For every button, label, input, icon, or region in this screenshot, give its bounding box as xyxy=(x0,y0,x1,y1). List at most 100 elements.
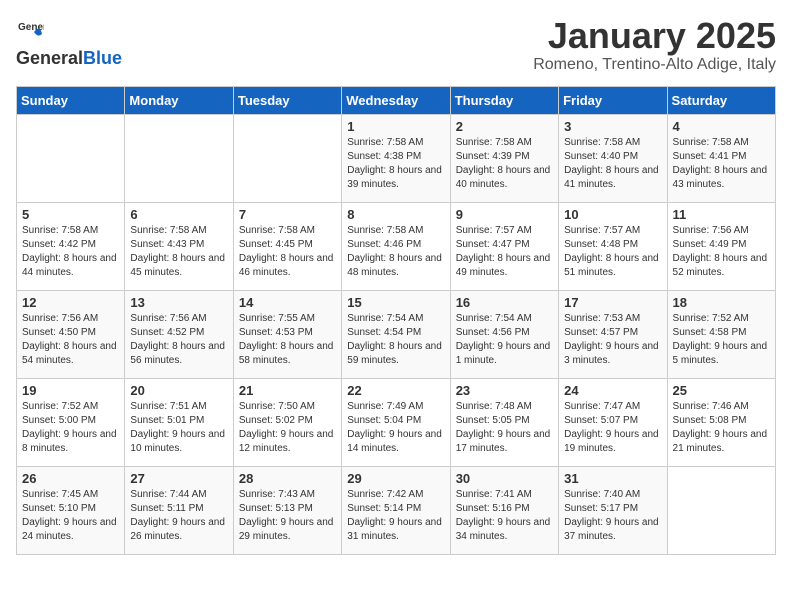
day-info: Sunrise: 7:48 AMSunset: 5:05 PMDaylight:… xyxy=(456,400,553,456)
cell-w2-d1: 6Sunrise: 7:58 AMSunset: 4:43 PMDaylight… xyxy=(125,202,233,290)
day-info: Sunrise: 7:58 AMSunset: 4:43 PMDaylight:… xyxy=(130,224,227,280)
cell-w3-d4: 16 Sunrise: 7:54 AMSunset: 4:56 PMDayligh… xyxy=(450,290,558,378)
day-info: Sunrise: 7:51 AMSunset: 5:01 PMDaylight:… xyxy=(130,400,227,456)
day-number: 5 xyxy=(22,207,119,222)
day-number: 14 xyxy=(239,295,336,310)
day-info: Sunrise: 7:56 AMSunset: 4:50 PMDaylight:… xyxy=(22,312,119,368)
day-number: 13 xyxy=(130,295,227,310)
day-info: Sunrise: 7:54 AMSunset: 4:54 PMDaylight:… xyxy=(347,312,444,368)
day-number: 25 xyxy=(673,383,770,398)
day-number: 26 xyxy=(22,471,119,486)
day-info: Sunrise: 7:43 AMSunset: 5:13 PMDaylight:… xyxy=(239,488,336,544)
cell-w1-d0 xyxy=(17,114,125,202)
day-number: 3 xyxy=(564,119,661,134)
day-number: 15 xyxy=(347,295,444,310)
cell-w5-d5: 31 Sunrise: 7:40 AMSunset: 5:17 PMDayligh… xyxy=(559,466,667,554)
logo-blue: Blue xyxy=(83,48,122,69)
week-row-5: 26Sunrise: 7:45 AMSunset: 5:10 PMDayligh… xyxy=(17,466,776,554)
cell-w2-d5: 10 Sunrise: 7:57 AMSunset: 4:48 PMDayligh… xyxy=(559,202,667,290)
cell-w5-d2: 28Sunrise: 7:43 AMSunset: 5:13 PMDayligh… xyxy=(233,466,341,554)
day-info: Sunrise: 7:58 AMSunset: 4:39 PMDaylight:… xyxy=(456,136,553,192)
day-number: 30 xyxy=(456,471,553,486)
cell-w1-d4: 2Sunrise: 7:58 AMSunset: 4:39 PMDaylight… xyxy=(450,114,558,202)
cell-w2-d6: 11Sunrise: 7:56 AMSunset: 4:49 PMDayligh… xyxy=(667,202,775,290)
day-info: Sunrise: 7:44 AMSunset: 5:11 PMDaylight:… xyxy=(130,488,227,544)
cell-w1-d3: 1Sunrise: 7:58 AMSunset: 4:38 PMDaylight… xyxy=(342,114,450,202)
week-row-4: 19 Sunrise: 7:52 AMSunset: 5:00 PMDayligh… xyxy=(17,378,776,466)
cell-w2-d3: 8 Sunrise: 7:58 AMSunset: 4:46 PMDaylight… xyxy=(342,202,450,290)
page-header: General General Blue January 2025 Romeno… xyxy=(16,16,776,74)
day-number: 7 xyxy=(239,207,336,222)
col-monday: Monday xyxy=(125,86,233,114)
col-wednesday: Wednesday xyxy=(342,86,450,114)
day-info: Sunrise: 7:49 AMSunset: 5:04 PMDaylight:… xyxy=(347,400,444,456)
day-info: Sunrise: 7:56 AMSunset: 4:52 PMDaylight:… xyxy=(130,312,227,368)
day-number: 8 xyxy=(347,207,444,222)
cell-w3-d3: 15 Sunrise: 7:54 AMSunset: 4:54 PMDayligh… xyxy=(342,290,450,378)
day-number: 4 xyxy=(673,119,770,134)
cell-w2-d4: 9 Sunrise: 7:57 AMSunset: 4:47 PMDaylight… xyxy=(450,202,558,290)
day-number: 20 xyxy=(130,383,227,398)
cell-w3-d0: 12 Sunrise: 7:56 AMSunset: 4:50 PMDayligh… xyxy=(17,290,125,378)
col-tuesday: Tuesday xyxy=(233,86,341,114)
day-info: Sunrise: 7:58 AMSunset: 4:46 PMDaylight:… xyxy=(347,224,444,280)
day-number: 19 xyxy=(22,383,119,398)
day-info: Sunrise: 7:58 AMSunset: 4:40 PMDaylight:… xyxy=(564,136,661,192)
cell-w4-d6: 25 Sunrise: 7:46 AMSunset: 5:08 PMDayligh… xyxy=(667,378,775,466)
col-saturday: Saturday xyxy=(667,86,775,114)
cell-w2-d2: 7 Sunrise: 7:58 AMSunset: 4:45 PMDaylight… xyxy=(233,202,341,290)
cell-w4-d4: 23Sunrise: 7:48 AMSunset: 5:05 PMDayligh… xyxy=(450,378,558,466)
cell-w1-d2 xyxy=(233,114,341,202)
day-number: 17 xyxy=(564,295,661,310)
logo: General General Blue xyxy=(16,16,122,69)
calendar-title: January 2025 xyxy=(533,16,776,56)
cell-w4-d3: 22 Sunrise: 7:49 AMSunset: 5:04 PMDayligh… xyxy=(342,378,450,466)
cell-w4-d2: 21Sunrise: 7:50 AMSunset: 5:02 PMDayligh… xyxy=(233,378,341,466)
day-info: Sunrise: 7:57 AMSunset: 4:48 PMDaylight:… xyxy=(564,224,661,280)
cell-w5-d1: 27 Sunrise: 7:44 AMSunset: 5:11 PMDayligh… xyxy=(125,466,233,554)
day-info: Sunrise: 7:46 AMSunset: 5:08 PMDaylight:… xyxy=(673,400,770,456)
day-number: 16 xyxy=(456,295,553,310)
day-number: 10 xyxy=(564,207,661,222)
cell-w5-d4: 30 Sunrise: 7:41 AMSunset: 5:16 PMDayligh… xyxy=(450,466,558,554)
cell-w3-d5: 17 Sunrise: 7:53 AMSunset: 4:57 PMDayligh… xyxy=(559,290,667,378)
week-row-2: 5 Sunrise: 7:58 AMSunset: 4:42 PMDaylight… xyxy=(17,202,776,290)
day-number: 31 xyxy=(564,471,661,486)
cell-w5-d6 xyxy=(667,466,775,554)
day-info: Sunrise: 7:53 AMSunset: 4:57 PMDaylight:… xyxy=(564,312,661,368)
cell-w5-d3: 29Sunrise: 7:42 AMSunset: 5:14 PMDayligh… xyxy=(342,466,450,554)
cell-w4-d1: 20 Sunrise: 7:51 AMSunset: 5:01 PMDayligh… xyxy=(125,378,233,466)
day-info: Sunrise: 7:40 AMSunset: 5:17 PMDaylight:… xyxy=(564,488,661,544)
day-number: 24 xyxy=(564,383,661,398)
day-number: 12 xyxy=(22,295,119,310)
day-info: Sunrise: 7:58 AMSunset: 4:42 PMDaylight:… xyxy=(22,224,119,280)
day-number: 9 xyxy=(456,207,553,222)
cell-w2-d0: 5 Sunrise: 7:58 AMSunset: 4:42 PMDaylight… xyxy=(17,202,125,290)
day-info: Sunrise: 7:56 AMSunset: 4:49 PMDaylight:… xyxy=(673,224,770,280)
cell-w4-d5: 24 Sunrise: 7:47 AMSunset: 5:07 PMDayligh… xyxy=(559,378,667,466)
cell-w5-d0: 26Sunrise: 7:45 AMSunset: 5:10 PMDayligh… xyxy=(17,466,125,554)
day-info: Sunrise: 7:58 AMSunset: 4:45 PMDaylight:… xyxy=(239,224,336,280)
day-info: Sunrise: 7:54 AMSunset: 4:56 PMDaylight:… xyxy=(456,312,553,368)
week-row-3: 12 Sunrise: 7:56 AMSunset: 4:50 PMDayligh… xyxy=(17,290,776,378)
week-row-1: 1Sunrise: 7:58 AMSunset: 4:38 PMDaylight… xyxy=(17,114,776,202)
day-info: Sunrise: 7:57 AMSunset: 4:47 PMDaylight:… xyxy=(456,224,553,280)
col-sunday: Sunday xyxy=(17,86,125,114)
cell-w1-d5: 3 Sunrise: 7:58 AMSunset: 4:40 PMDaylight… xyxy=(559,114,667,202)
cell-w1-d1 xyxy=(125,114,233,202)
title-area: January 2025 Romeno, Trentino-Alto Adige… xyxy=(533,16,776,74)
cell-w3-d6: 18Sunrise: 7:52 AMSunset: 4:58 PMDayligh… xyxy=(667,290,775,378)
col-friday: Friday xyxy=(559,86,667,114)
day-info: Sunrise: 7:42 AMSunset: 5:14 PMDaylight:… xyxy=(347,488,444,544)
day-info: Sunrise: 7:41 AMSunset: 5:16 PMDaylight:… xyxy=(456,488,553,544)
day-info: Sunrise: 7:50 AMSunset: 5:02 PMDaylight:… xyxy=(239,400,336,456)
day-info: Sunrise: 7:55 AMSunset: 4:53 PMDaylight:… xyxy=(239,312,336,368)
day-number: 27 xyxy=(130,471,227,486)
day-info: Sunrise: 7:52 AMSunset: 4:58 PMDaylight:… xyxy=(673,312,770,368)
calendar-table: Sunday Monday Tuesday Wednesday Thursday… xyxy=(16,86,776,555)
logo-general: General xyxy=(16,48,83,69)
day-info: Sunrise: 7:47 AMSunset: 5:07 PMDaylight:… xyxy=(564,400,661,456)
day-info: Sunrise: 7:52 AMSunset: 5:00 PMDaylight:… xyxy=(22,400,119,456)
day-number: 22 xyxy=(347,383,444,398)
day-info: Sunrise: 7:58 AMSunset: 4:41 PMDaylight:… xyxy=(673,136,770,192)
